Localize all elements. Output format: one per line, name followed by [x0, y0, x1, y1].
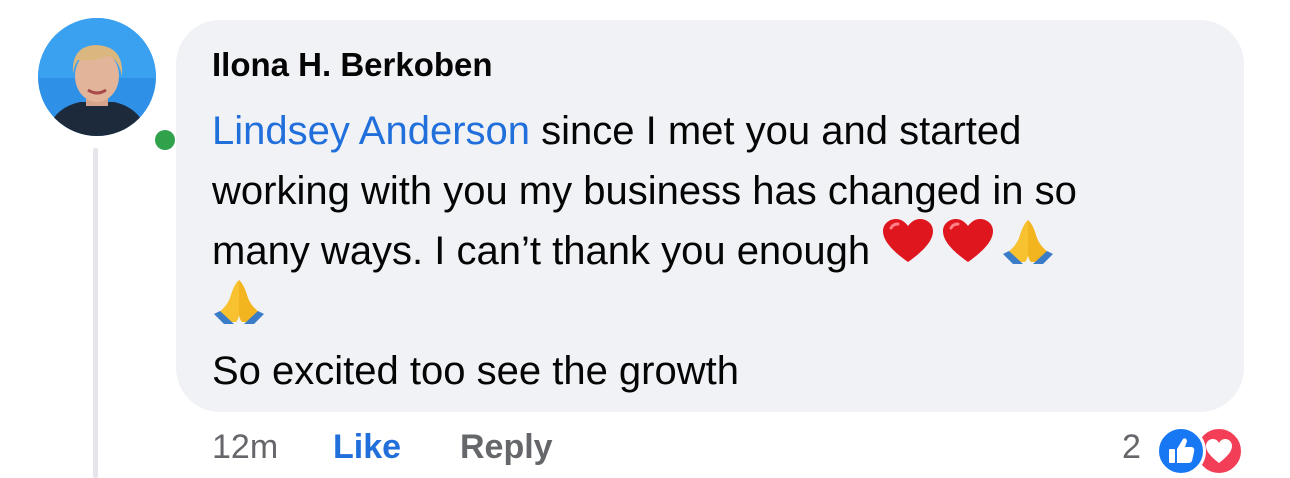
comment-line-3: many ways. I can’t thank you enough [212, 218, 1227, 281]
folded-hands-icon [1001, 218, 1055, 281]
reply-button[interactable]: Reply [460, 428, 553, 467]
like-button[interactable]: Like [333, 428, 401, 467]
comment-thread: Ilona H. Berkoben Lindsey Anderson since… [0, 0, 1290, 478]
avatar-container[interactable] [38, 18, 180, 155]
red-heart-icon [941, 218, 995, 281]
comment-line-2: working with you my business has changed… [212, 169, 1077, 213]
comment-text-segment: since I met you and started [530, 109, 1022, 153]
reaction-count[interactable]: 2 [1122, 428, 1141, 467]
avatar[interactable] [38, 18, 156, 136]
comment-line-1: Lindsey Anderson since I met you and sta… [212, 101, 1227, 161]
comment-timestamp[interactable]: 12m [212, 428, 278, 467]
folded-hands-icon [212, 278, 266, 341]
red-heart-icon [881, 218, 935, 281]
mention-link[interactable]: Lindsey Anderson [212, 109, 530, 153]
comment-text-segment: many ways. I can’t thank you enough [212, 229, 882, 273]
comment-body: Lindsey Anderson since I met you and sta… [212, 101, 1227, 401]
comment-author-name[interactable]: Ilona H. Berkoben [212, 46, 493, 84]
thread-connector-line [93, 148, 98, 478]
comment-line-5: So excited too see the growth [212, 349, 739, 393]
thumbs-up-icon[interactable] [1156, 426, 1206, 476]
comment-line-4 [212, 278, 1227, 341]
